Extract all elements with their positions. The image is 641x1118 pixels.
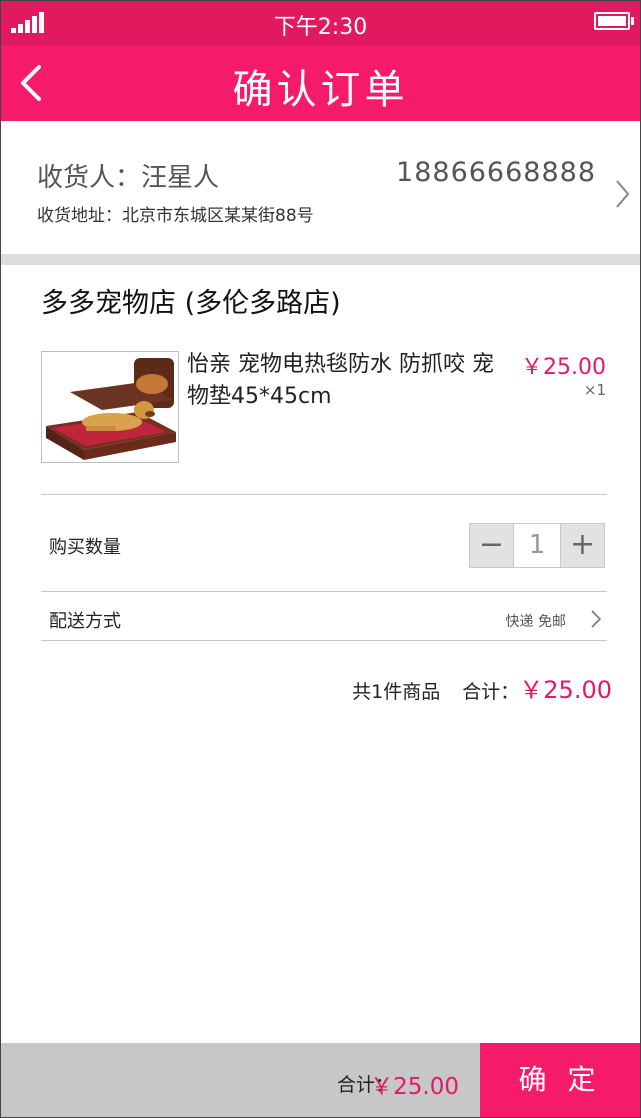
shipping-value[interactable]: 快递 免邮: [506, 611, 566, 631]
decrease-button[interactable]: −: [470, 524, 513, 567]
product-image[interactable]: [41, 351, 179, 463]
page-title: 确认订单: [232, 67, 409, 113]
receiver-name: 收货人：汪星人: [37, 163, 220, 193]
order-summary: 共1件商品 合计：￥25.00: [352, 670, 612, 705]
bottom-bar: 合计： ￥25.00 确 定: [1, 1043, 640, 1117]
divider: [41, 591, 607, 592]
product-name[interactable]: 怡亲 宠物电热毯防水 防抓咬 宠物垫45*45cm: [187, 349, 497, 413]
battery-icon: [594, 12, 634, 30]
status-time: 下午2:30: [273, 15, 368, 40]
receiver-address: 收货地址：北京市东城区某某街88号: [37, 206, 314, 226]
chevron-right-icon[interactable]: [614, 179, 630, 209]
section-divider: [1, 254, 640, 265]
pet-bed-image: [42, 352, 178, 462]
receiver-phone: 18866668888: [396, 157, 596, 188]
nav-bar: 确认订单: [1, 45, 640, 121]
chevron-right-icon[interactable]: [590, 609, 602, 629]
increase-button[interactable]: +: [561, 524, 604, 567]
quantity-value[interactable]: 1: [513, 524, 561, 567]
screen: 下午2:30 确认订单 收货人：汪星人 18866668888 收货地址：北京市…: [0, 0, 641, 1118]
divider: [41, 494, 607, 495]
shop-name: 多多宠物店 (多伦多路店): [41, 288, 341, 319]
confirm-button[interactable]: 确 定: [480, 1043, 640, 1117]
summary-total-price: ￥25.00: [519, 676, 612, 704]
status-bar: 下午2:30: [1, 1, 640, 45]
item-count: 共1件商品: [352, 681, 441, 703]
quantity-label: 购买数量: [49, 537, 121, 558]
summary-total-label: 合计：: [462, 681, 520, 703]
product-quantity: ×1: [583, 381, 606, 399]
address-section[interactable]: 收货人：汪星人 18866668888 收货地址：北京市东城区某某街88号: [1, 121, 640, 254]
product-price: ￥25.00: [521, 355, 606, 380]
bottom-total-price: ￥25.00: [370, 1074, 459, 1100]
divider: [41, 640, 607, 641]
quantity-stepper: − 1 +: [469, 523, 605, 568]
shipping-label[interactable]: 配送方式: [49, 607, 121, 633]
